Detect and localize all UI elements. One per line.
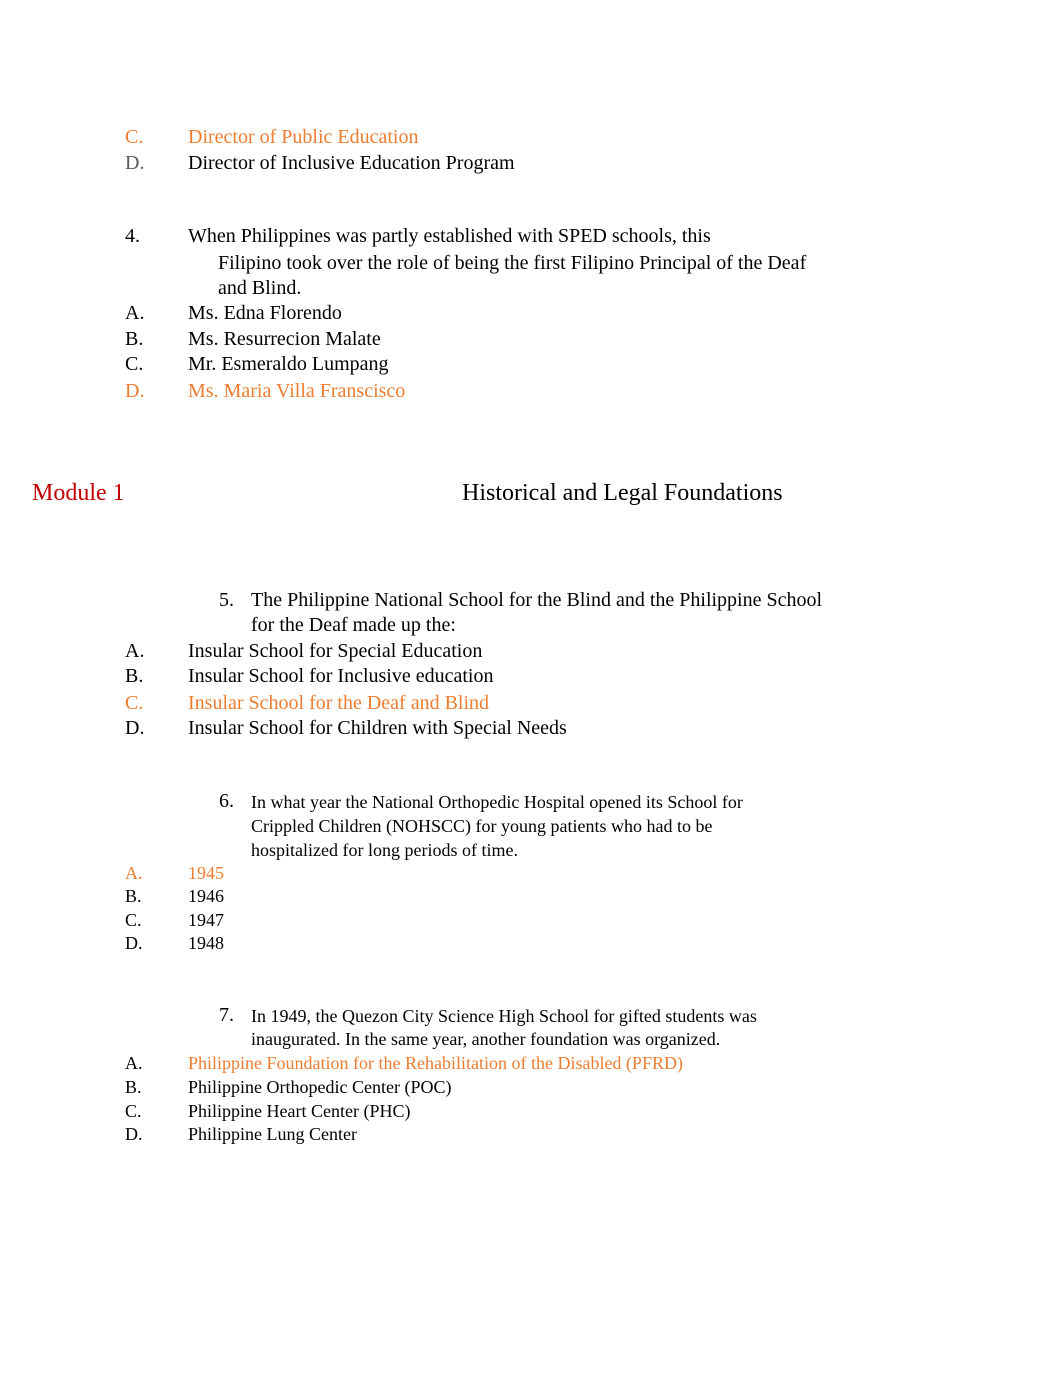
option-text: Insular School for Special Education <box>188 640 483 662</box>
option-text: Insular School for Children with Special… <box>188 717 567 739</box>
option-letter: A. <box>125 640 145 662</box>
question-number: 6. <box>219 790 234 812</box>
question-text-line: Filipino took over the role of being the… <box>218 252 807 274</box>
option-text: 1946 <box>188 886 224 906</box>
option-letter: B. <box>125 886 142 906</box>
option-text-correct: Ms. Maria Villa Franscisco <box>188 380 406 402</box>
option-text: Mr. Esmeraldo Lumpang <box>188 353 389 375</box>
option-text: Philippine Lung Center <box>188 1124 357 1144</box>
option-text: 1948 <box>188 933 224 953</box>
option-text: Insular School for Inclusive education <box>188 665 494 687</box>
section-title: Historical and Legal Foundations <box>462 480 783 506</box>
option-text: 1947 <box>188 910 224 930</box>
option-letter: D. <box>125 1124 143 1144</box>
option-text-correct: Insular School for the Deaf and Blind <box>188 692 490 714</box>
option-text: Philippine Heart Center (PHC) <box>188 1101 411 1121</box>
question-number: 7. <box>219 1004 234 1026</box>
option-letter: B. <box>125 665 144 687</box>
option-letter: C. <box>125 910 142 930</box>
question-text-line: The Philippine National School for the B… <box>251 589 823 611</box>
option-text-correct: Director of Public Education <box>188 126 419 148</box>
option-letter: D. <box>125 380 145 402</box>
option-letter: B. <box>125 1077 142 1097</box>
option-text: Ms. Edna Florendo <box>188 302 342 324</box>
option-text: Ms. Resurrecion Malate <box>188 328 381 350</box>
question-text-line: Crippled Children (NOHSCC) for young pat… <box>251 816 713 836</box>
option-letter: A. <box>125 863 143 883</box>
option-letter: D. <box>125 933 143 953</box>
option-text: Philippine Orthopedic Center (POC) <box>188 1077 452 1097</box>
question-text-line: for the Deaf made up the: <box>251 614 456 636</box>
option-text: Director of Inclusive Education Program <box>188 152 515 174</box>
option-letter: A. <box>125 302 145 324</box>
question-number: 5. <box>219 589 234 611</box>
question-text-line: inaugurated. In the same year, another f… <box>251 1029 721 1049</box>
question-number: 4. <box>125 225 140 247</box>
question-text-line: hospitalized for long periods of time. <box>251 840 518 860</box>
question-text-line: In 1949, the Quezon City Science High Sc… <box>251 1006 757 1026</box>
question-text-line: and Blind. <box>218 277 302 299</box>
option-letter: C. <box>125 1101 142 1121</box>
option-text-correct: 1945 <box>188 863 224 883</box>
option-letter: A. <box>125 1053 143 1073</box>
question-text-line: When Philippines was partly established … <box>188 225 711 247</box>
option-text-correct: Philippine Foundation for the Rehabilita… <box>188 1053 683 1073</box>
module-label: Module 1 <box>32 480 125 506</box>
option-letter: B. <box>125 328 144 350</box>
option-letter: D. <box>125 152 145 174</box>
option-letter: C. <box>125 353 144 375</box>
option-letter: C. <box>125 692 144 714</box>
option-letter: C. <box>125 126 144 148</box>
option-letter: D. <box>125 717 145 739</box>
question-text-line: In what year the National Orthopedic Hos… <box>251 792 743 812</box>
